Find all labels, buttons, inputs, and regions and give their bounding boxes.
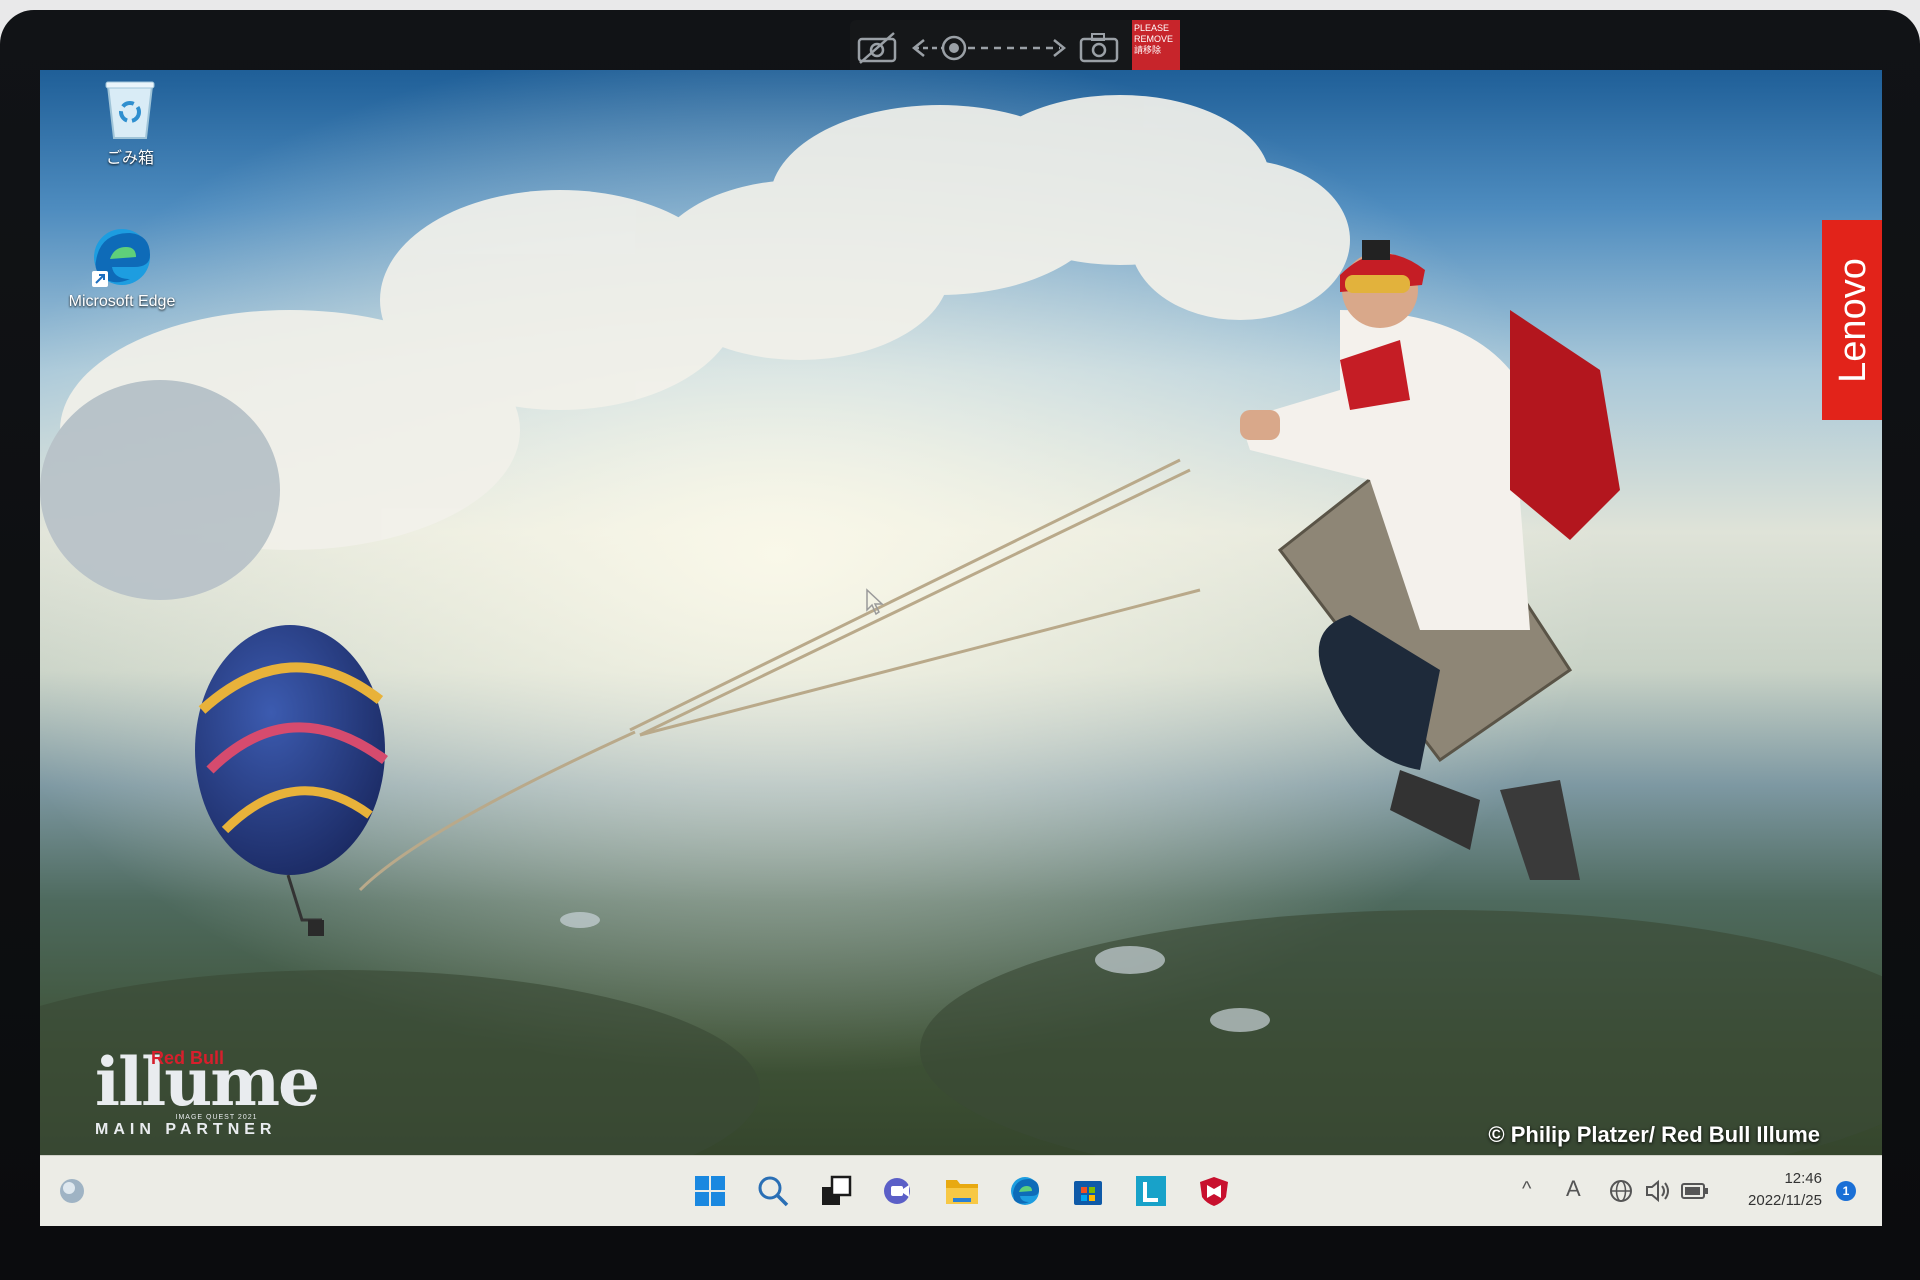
show-hidden-icons-button[interactable]: ^	[1522, 1178, 1531, 1201]
start-icon	[695, 1176, 725, 1206]
lenovo-tag: Lenovo	[1822, 220, 1882, 420]
edge-icon	[1011, 1177, 1039, 1205]
network-icon[interactable]	[1608, 1178, 1634, 1204]
notification-badge[interactable]: 1	[1836, 1181, 1856, 1201]
chat-icon	[884, 1178, 910, 1204]
battery-icon[interactable]	[1680, 1180, 1710, 1202]
desktop-icon-recycle-bin[interactable]: ごみ箱	[60, 78, 200, 168]
file-explorer-button[interactable]	[942, 1171, 982, 1211]
lenovo-label: Lenovo	[1831, 257, 1874, 383]
cursor-icon	[866, 588, 884, 616]
task-view-icon	[822, 1175, 852, 1205]
start-button[interactable]	[690, 1171, 730, 1211]
taskbar: ^ A 12:46 2022/11/25 1	[40, 1155, 1882, 1226]
ime-indicator[interactable]: A	[1566, 1176, 1581, 1202]
desktop-icon-label: Microsoft Edge	[68, 293, 176, 310]
clock-time: 12:46	[1784, 1170, 1822, 1187]
remove-sticker: PLEASE REMOVE 請移除	[1132, 20, 1180, 76]
mcafee-icon	[1200, 1177, 1228, 1206]
taskbar-clock[interactable]: 12:46 2022/11/25	[1748, 1168, 1822, 1212]
widgets-icon	[60, 1179, 84, 1203]
desktop-icon-label: ごみ箱	[105, 150, 154, 167]
search-icon	[758, 1176, 789, 1207]
file-explorer-icon	[946, 1180, 978, 1204]
desktop-icon-edge[interactable]: Microsoft Edge	[52, 225, 192, 311]
slider-icon	[911, 35, 1067, 61]
mcafee-button[interactable]	[1194, 1171, 1234, 1211]
task-view-button[interactable]	[816, 1171, 856, 1211]
camera-icon	[1079, 33, 1119, 63]
edge-button[interactable]	[1005, 1171, 1045, 1211]
store-icon	[1074, 1181, 1102, 1205]
lenovo-vantage-button[interactable]	[1131, 1171, 1171, 1211]
edge-icon	[92, 229, 150, 287]
camera-off-icon	[857, 32, 897, 64]
photo-credit: © Philip Platzer/ Red Bull Illume	[1488, 1122, 1820, 1147]
widgets-button[interactable]	[52, 1171, 92, 1211]
store-button[interactable]	[1068, 1171, 1108, 1211]
illume-partner: MAIN PARTNER	[95, 1121, 277, 1138]
clock-date: 2022/11/25	[1748, 1192, 1822, 1209]
recycle-bin-icon	[105, 81, 155, 139]
illume-logo: Red Bull illume IMAGE QUEST 2021 MAIN PA…	[95, 1048, 320, 1139]
search-button[interactable]	[753, 1171, 793, 1211]
lenovo-vantage-icon	[1136, 1176, 1166, 1206]
volume-icon[interactable]	[1644, 1178, 1672, 1204]
illume-brand: Red Bull	[151, 1048, 225, 1068]
chat-button[interactable]	[879, 1171, 919, 1211]
